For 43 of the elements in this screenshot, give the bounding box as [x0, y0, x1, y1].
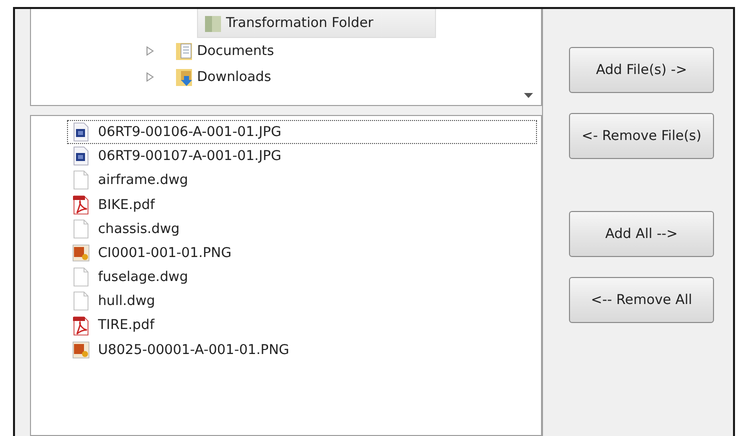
pdf-file-icon — [72, 194, 90, 215]
pdf-file-icon — [72, 316, 90, 336]
file-item[interactable]: TIRE.pdf — [67, 314, 537, 338]
expand-icon[interactable] — [145, 46, 155, 56]
file-icon — [72, 267, 90, 288]
file-item[interactable]: hull.dwg — [67, 289, 537, 314]
button[interactable]: Add File(s) -> — [569, 47, 714, 93]
file-icon — [72, 291, 90, 312]
file-icon — [72, 218, 90, 239]
button[interactable]: <-- Remove All — [569, 277, 714, 323]
file-item[interactable]: U8025-00001-A-001-01.PNG — [67, 338, 537, 362]
file-name: hull.dwg — [98, 292, 156, 312]
file-name: 06RT9-00107-A-001-01.JPG — [98, 147, 282, 166]
file-name: U8025-00001-A-001-01.PNG — [98, 340, 290, 360]
file-item[interactable]: CI0001-001-01.PNG — [67, 240, 537, 266]
file-name: airframe.dwg — [98, 171, 188, 190]
scroll-down-icon[interactable] — [524, 93, 533, 98]
image-file-icon — [72, 243, 90, 264]
file-item[interactable]: chassis.dwg — [67, 216, 537, 241]
tree-item[interactable]: Downloads — [169, 62, 302, 92]
image-file-icon — [72, 340, 90, 360]
image-file-icon — [72, 146, 90, 166]
button[interactable]: <- Remove File(s) — [569, 113, 714, 159]
file-item[interactable]: 06RT9-00106-A-001-01.JPG — [67, 120, 537, 144]
file-name: CI0001-001-01.PNG — [98, 244, 232, 263]
tree-item[interactable]: Documents — [169, 36, 304, 66]
documents-folder-icon — [175, 41, 193, 61]
file-item[interactable]: 06RT9-00107-A-001-01.JPG — [67, 144, 537, 168]
folder-icon — [204, 13, 222, 33]
file-name: TIRE.pdf — [98, 316, 154, 336]
file-name: chassis.dwg — [98, 220, 180, 239]
downloads-folder-icon — [175, 67, 193, 87]
expand-icon[interactable] — [145, 72, 155, 82]
tree-item[interactable]: Transformation Folder — [197, 8, 436, 38]
file-icon — [72, 170, 90, 190]
file-item[interactable]: fuselage.dwg — [67, 265, 537, 290]
button[interactable]: Add All --> — [569, 211, 714, 257]
image-file-icon — [72, 122, 90, 142]
file-name: 06RT9-00106-A-001-01.JPG — [98, 122, 282, 142]
file-item[interactable]: airframe.dwg — [67, 168, 537, 193]
file-name: BIKE.pdf — [98, 196, 155, 215]
file-name: fuselage.dwg — [98, 268, 188, 288]
file-item[interactable]: BIKE.pdf — [67, 192, 537, 217]
